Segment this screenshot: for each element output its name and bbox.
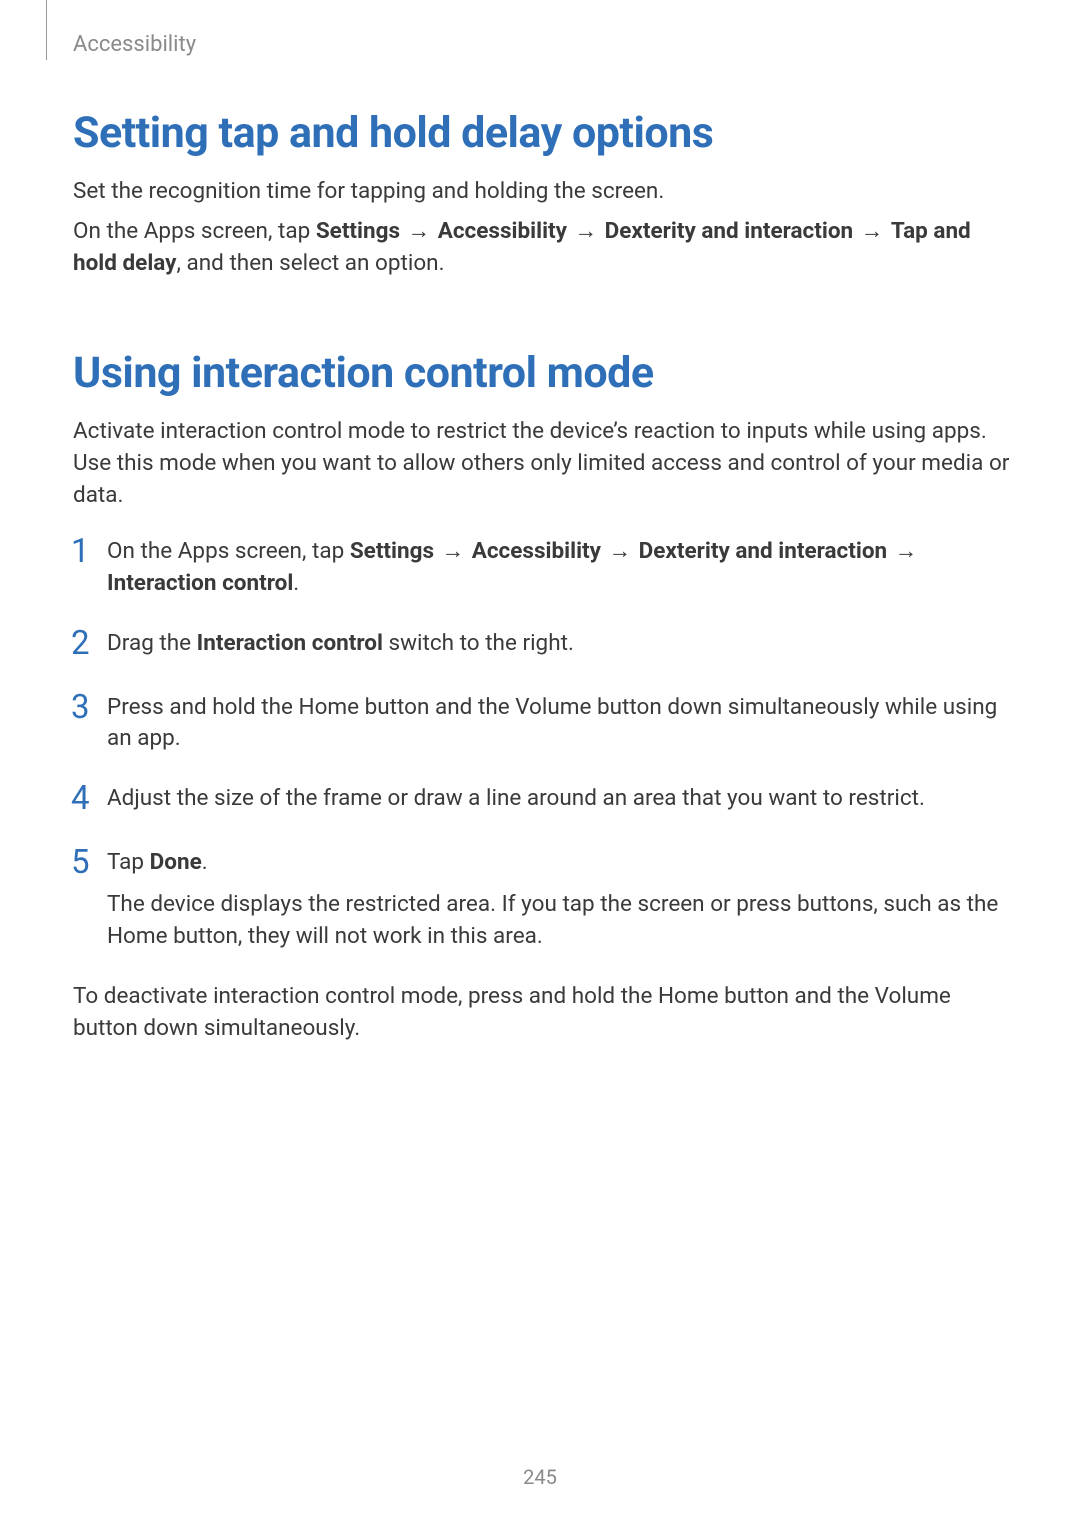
arrow-icon: → <box>859 216 886 248</box>
step-item-4: Adjust the size of the frame or draw a l… <box>73 783 1013 819</box>
step-item-2: Drag the Interaction control switch to t… <box>73 628 1013 664</box>
path-accessibility: Accessibility <box>438 218 567 244</box>
arrow-icon: → <box>406 216 433 248</box>
step-item-1: On the Apps screen, tap Settings → Acces… <box>73 536 1013 600</box>
text-fragment: On the Apps screen, tap <box>73 218 316 244</box>
path-accessibility: Accessibility <box>472 538 601 564</box>
path-dexterity: Dexterity and interaction <box>605 218 853 244</box>
section1-intro: Set the recognition time for tapping and… <box>73 176 1013 208</box>
section1-path: On the Apps screen, tap Settings → Acces… <box>73 216 1013 280</box>
arrow-icon: → <box>573 216 600 248</box>
text-fragment: switch to the right. <box>383 630 574 656</box>
text-fragment: , and then select an option. <box>177 250 445 276</box>
step-item-3: Press and hold the Home button and the V… <box>73 692 1013 756</box>
interaction-control-bold: Interaction control <box>197 630 383 656</box>
text-fragment: Tap <box>107 849 150 875</box>
page-content: Setting tap and hold delay options Set t… <box>73 90 1013 1053</box>
section2-outro: To deactivate interaction control mode, … <box>73 981 1013 1045</box>
arrow-icon: → <box>893 536 920 568</box>
arrow-icon: → <box>440 536 467 568</box>
breadcrumb: Accessibility <box>73 32 196 57</box>
path-interaction-control: Interaction control <box>107 570 293 596</box>
steps-list: On the Apps screen, tap Settings → Acces… <box>73 536 1013 954</box>
path-dexterity: Dexterity and interaction <box>639 538 887 564</box>
page-number: 245 <box>0 1465 1080 1489</box>
arrow-icon: → <box>607 536 634 568</box>
text-fragment: . <box>202 849 208 875</box>
section2-intro: Activate interaction control mode to res… <box>73 416 1013 512</box>
path-settings: Settings <box>350 538 434 564</box>
step-5-sub: The device displays the restricted area.… <box>107 889 1013 953</box>
path-settings: Settings <box>316 218 400 244</box>
step-item-5: Tap Done. The device displays the restri… <box>73 847 1013 953</box>
section-heading-interaction: Using interaction control mode <box>73 348 1013 398</box>
done-bold: Done <box>150 849 202 875</box>
section-heading-tap-hold: Setting tap and hold delay options <box>73 108 1013 158</box>
text-fragment: . <box>293 570 299 596</box>
text-fragment: Drag the <box>107 630 197 656</box>
text-fragment: On the Apps screen, tap <box>107 538 350 564</box>
header-margin-rule <box>46 0 47 60</box>
